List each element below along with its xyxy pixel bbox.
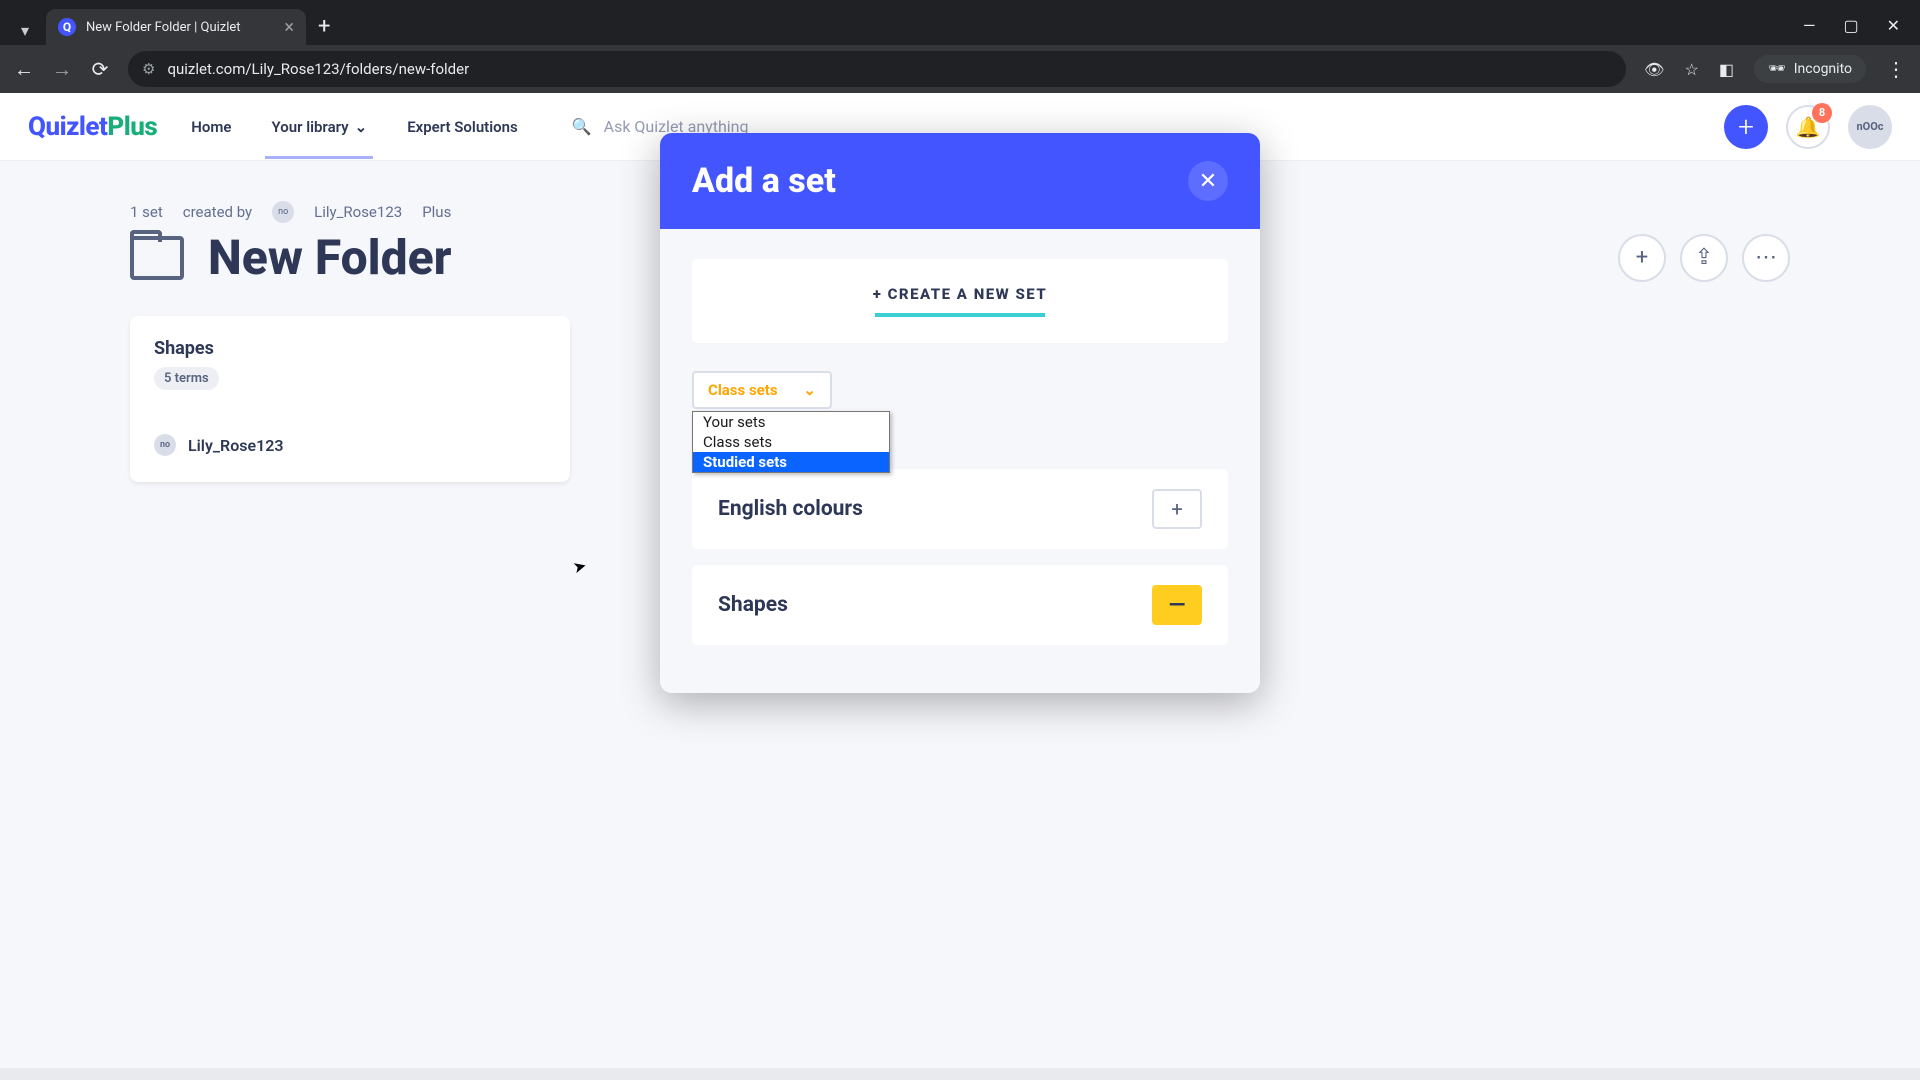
- new-tab-button[interactable]: +: [318, 14, 330, 39]
- url-text: quizlet.com/Lily_Rose123/folders/new-fol…: [167, 60, 469, 78]
- set-row-name: English colours: [718, 497, 863, 521]
- page-content: QuizletPlus Home Your library ⌄ Expert S…: [0, 93, 1920, 1080]
- favicon-icon: Q: [58, 18, 76, 36]
- tab-title: New Folder Folder | Quizlet: [86, 20, 274, 35]
- set-row: English colours +: [692, 469, 1228, 549]
- add-to-folder-button[interactable]: +: [1618, 234, 1666, 282]
- back-icon[interactable]: ←: [14, 57, 34, 82]
- creator-avatar: no: [272, 201, 294, 223]
- dropdown-selected-label: Class sets: [708, 381, 778, 399]
- created-by-label: created by: [183, 203, 252, 221]
- minimize-icon[interactable]: —: [1803, 16, 1816, 35]
- browser-toolbar: ← → ⟳ ⚙ quizlet.com/Lily_Rose123/folders…: [0, 45, 1920, 93]
- nav-your-library[interactable]: Your library ⌄: [265, 96, 373, 158]
- chevron-down-icon: ⌄: [355, 118, 368, 136]
- dropdown-option-class-sets[interactable]: Class sets: [693, 432, 889, 452]
- create-new-set-button[interactable]: + CREATE A NEW SET: [692, 259, 1228, 343]
- create-button[interactable]: +: [1724, 105, 1768, 149]
- create-new-label: + CREATE A NEW SET: [873, 285, 1048, 303]
- set-author[interactable]: no Lily_Rose123: [154, 434, 546, 456]
- logo-main: Quizlet: [28, 112, 107, 142]
- add-set-button[interactable]: +: [1152, 489, 1202, 529]
- side-panel-icon[interactable]: ◧: [1719, 60, 1734, 79]
- notification-badge: 8: [1812, 103, 1832, 123]
- incognito-label: Incognito: [1794, 61, 1852, 77]
- author-name: Lily_Rose123: [188, 436, 284, 455]
- incognito-badge[interactable]: 🕶 Incognito: [1754, 55, 1866, 83]
- scrollbar-track[interactable]: [0, 1068, 1920, 1080]
- browser-tab-strip: ▾ Q New Folder Folder | Quizlet × + — ▢ …: [0, 0, 1920, 45]
- term-count: 5 terms: [154, 367, 219, 390]
- set-row-name: Shapes: [718, 593, 788, 617]
- plus-icon: +: [1171, 497, 1182, 521]
- dropdown-menu: Your sets Class sets Studied sets: [692, 411, 890, 473]
- close-icon: ✕: [1199, 169, 1217, 194]
- set-card[interactable]: Shapes 5 terms no Lily_Rose123: [130, 316, 570, 482]
- set-card-name: Shapes: [154, 338, 546, 359]
- dropdown-option-studied-sets[interactable]: Studied sets: [693, 452, 889, 472]
- share-button[interactable]: ⇪: [1680, 234, 1728, 282]
- window-controls: — ▢ ✕: [1803, 16, 1910, 35]
- filter-row: Class sets ⌄ Your sets Class sets Studie…: [692, 371, 1228, 409]
- minus-icon: —: [1169, 593, 1186, 618]
- folder-title: New Folder: [208, 229, 452, 286]
- tab-search-dropdown[interactable]: ▾: [10, 15, 40, 45]
- close-window-icon[interactable]: ✕: [1887, 16, 1900, 35]
- create-underline: [875, 313, 1045, 317]
- modal-body: + CREATE A NEW SET Class sets ⌄ Your set…: [660, 229, 1260, 693]
- browser-menu-icon[interactable]: ⋮: [1886, 57, 1906, 81]
- logo[interactable]: QuizletPlus: [28, 112, 157, 142]
- tab-close-icon[interactable]: ×: [284, 17, 294, 38]
- set-filter-dropdown[interactable]: Class sets ⌄: [692, 371, 832, 409]
- set-row: Shapes —: [692, 565, 1228, 645]
- plus-badge: Plus: [422, 203, 451, 221]
- site-settings-icon[interactable]: ⚙: [142, 60, 155, 78]
- browser-tab[interactable]: Q New Folder Folder | Quizlet ×: [46, 9, 306, 45]
- address-bar[interactable]: ⚙ quizlet.com/Lily_Rose123/folders/new-f…: [128, 51, 1626, 87]
- nav-home[interactable]: Home: [185, 96, 237, 158]
- dropdown-option-your-sets[interactable]: Your sets: [693, 412, 889, 432]
- mouse-cursor: ➤: [571, 556, 589, 578]
- more-options-button[interactable]: ⋯: [1742, 234, 1790, 282]
- chevron-down-icon: ⌄: [803, 381, 816, 399]
- notifications-button[interactable]: 🔔 8: [1786, 105, 1830, 149]
- eye-off-icon[interactable]: 👁: [1644, 60, 1664, 79]
- folder-icon: [130, 236, 184, 280]
- author-avatar: no: [154, 434, 176, 456]
- set-list: English colours + Shapes —: [692, 469, 1228, 645]
- modal-header: Add a set ✕: [660, 133, 1260, 229]
- reload-icon[interactable]: ⟳: [90, 57, 110, 81]
- modal-close-button[interactable]: ✕: [1188, 161, 1228, 201]
- add-set-modal: Add a set ✕ + CREATE A NEW SET Class set…: [660, 133, 1260, 693]
- search-icon: 🔍: [572, 117, 592, 136]
- remove-set-button[interactable]: —: [1152, 585, 1202, 625]
- incognito-icon: 🕶: [1768, 61, 1786, 77]
- forward-icon[interactable]: →: [52, 57, 72, 82]
- nav-library-label: Your library: [271, 118, 348, 136]
- logo-plus: Plus: [107, 112, 157, 142]
- bookmark-star-icon[interactable]: ☆: [1684, 60, 1698, 79]
- user-avatar[interactable]: nOOc: [1848, 105, 1892, 149]
- set-count: 1 set: [130, 203, 163, 221]
- nav-expert-solutions[interactable]: Expert Solutions: [401, 96, 524, 158]
- modal-title: Add a set: [692, 161, 836, 201]
- maximize-icon[interactable]: ▢: [1843, 16, 1858, 35]
- creator-name[interactable]: Lily_Rose123: [314, 203, 402, 221]
